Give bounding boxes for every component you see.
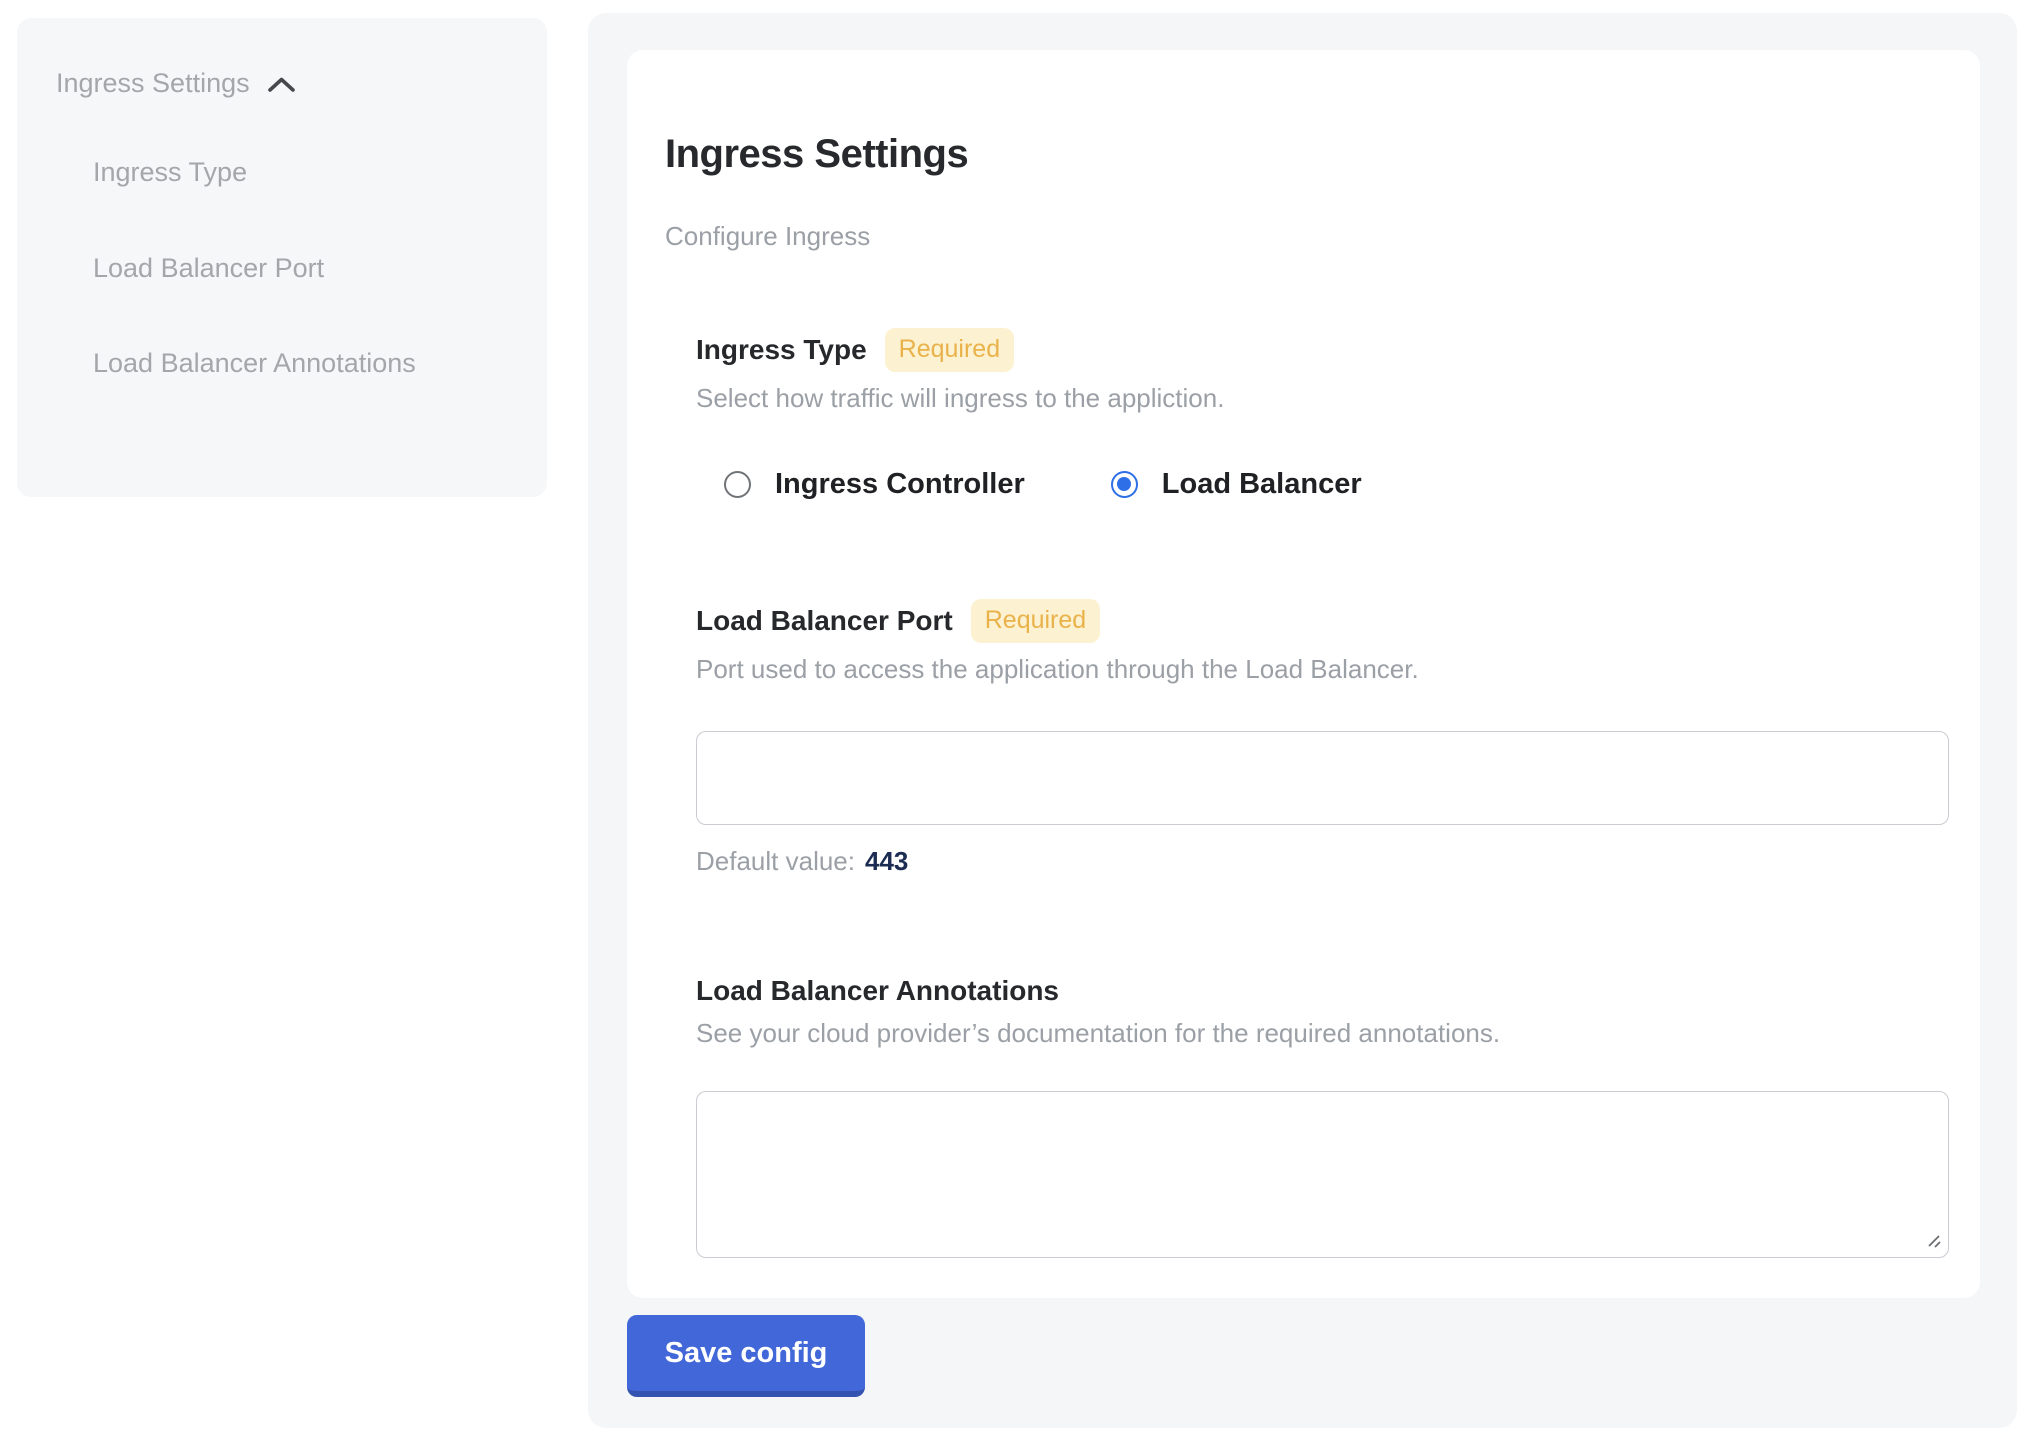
- radio-label: Ingress Controller: [775, 468, 1025, 501]
- settings-sidebar: Ingress Settings Ingress Type Load Balan…: [17, 18, 547, 497]
- sidebar-item-load-balancer-port[interactable]: Load Balancer Port: [93, 247, 493, 291]
- required-badge: Required: [971, 599, 1100, 643]
- field-label: Ingress Type: [696, 334, 867, 366]
- default-value-label: Default value:: [696, 846, 855, 876]
- chevron-up-icon: [266, 75, 297, 94]
- radio-button: [724, 471, 751, 498]
- save-config-button[interactable]: Save config: [627, 1315, 865, 1397]
- fields-container: Ingress Type Required Select how traffic…: [696, 328, 1942, 1258]
- radio-option-ingress-controller[interactable]: Ingress Controller: [724, 468, 1025, 501]
- field-load-balancer-port: Load Balancer Port Required Port used to…: [696, 599, 1942, 877]
- sidebar-item-load-balancer-annotations[interactable]: Load Balancer Annotations: [93, 342, 493, 386]
- page-subtitle: Configure Ingress: [665, 221, 1942, 252]
- field-ingress-type-heading: Ingress Type Required: [696, 328, 1942, 372]
- field-label: Load Balancer Port: [696, 605, 953, 637]
- load-balancer-port-input[interactable]: [696, 731, 1949, 825]
- sidebar-nav: Ingress Type Load Balancer Port Load Bal…: [56, 151, 509, 386]
- radio-button: [1111, 471, 1138, 498]
- settings-panel: Ingress Settings Configure Ingress Ingre…: [588, 13, 2017, 1428]
- field-description: Port used to access the application thro…: [696, 654, 1942, 685]
- field-description: Select how traffic will ingress to the a…: [696, 383, 1942, 414]
- field-load-balancer-annotations: Load Balancer Annotations See your cloud…: [696, 975, 1942, 1258]
- load-balancer-annotations-textarea[interactable]: [696, 1091, 1949, 1258]
- ingress-type-options: Ingress Controller Load Balancer: [724, 468, 1942, 501]
- required-badge: Required: [885, 328, 1014, 372]
- ingress-settings-card: Ingress Settings Configure Ingress Ingre…: [627, 50, 1980, 1298]
- field-label: Load Balancer Annotations: [696, 975, 1059, 1007]
- sidebar-section-label: Ingress Settings: [56, 68, 250, 99]
- sidebar-item-ingress-type[interactable]: Ingress Type: [93, 151, 493, 195]
- field-load-balancer-port-heading: Load Balancer Port Required: [696, 599, 1942, 643]
- page-title: Ingress Settings: [665, 132, 1942, 177]
- field-load-balancer-annotations-heading: Load Balancer Annotations: [696, 975, 1942, 1007]
- annotations-textarea-wrap: [696, 1091, 1949, 1258]
- sidebar-section-ingress-settings[interactable]: Ingress Settings: [56, 68, 509, 99]
- default-value: 443: [865, 846, 908, 876]
- default-value-line: Default value: 443: [696, 846, 1942, 877]
- field-ingress-type: Ingress Type Required Select how traffic…: [696, 328, 1942, 501]
- field-description: See your cloud provider’s documentation …: [696, 1018, 1942, 1049]
- radio-option-load-balancer[interactable]: Load Balancer: [1111, 468, 1362, 501]
- radio-label: Load Balancer: [1162, 468, 1362, 501]
